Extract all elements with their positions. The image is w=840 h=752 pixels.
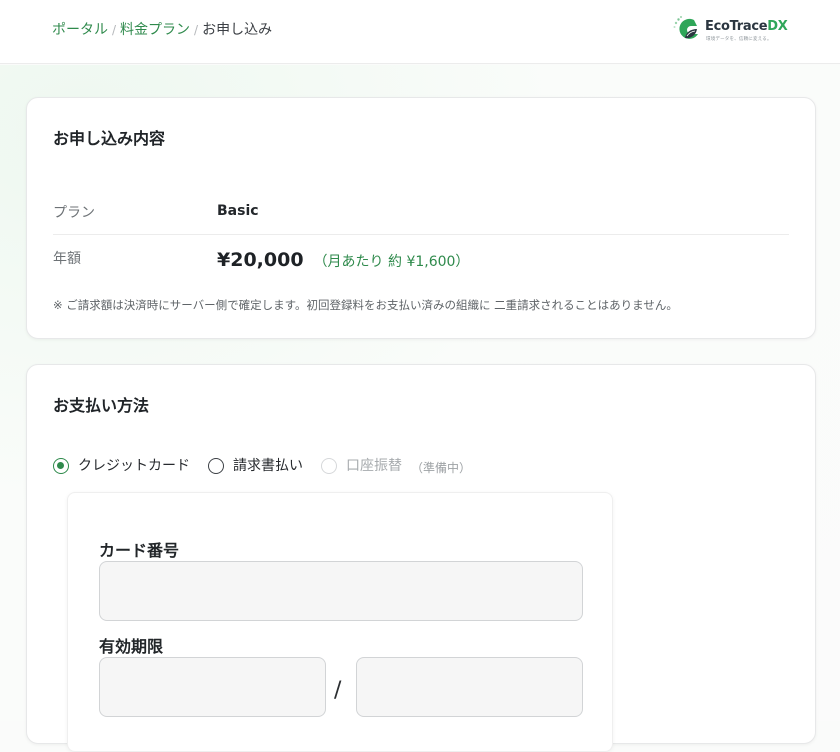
expiry-month-input[interactable] xyxy=(99,657,326,717)
expiry-separator: / xyxy=(334,678,342,703)
plan-value: Basic xyxy=(217,203,259,219)
radio-bank-transfer xyxy=(321,458,337,474)
radio-credit-card[interactable] xyxy=(53,458,69,474)
expiry-year-input[interactable] xyxy=(356,657,583,717)
method-label: クレジットカード xyxy=(78,458,190,474)
brand-logo[interactable]: EcoTraceDX 環境データを、信頼に変える。 xyxy=(672,14,788,46)
annual-price: ¥20,000 xyxy=(217,249,304,271)
billing-note: ※ ご請求額は決済時にサーバー側で確定します。初回登録料をお支払い済みの組織に … xyxy=(53,298,678,312)
plan-label: プラン xyxy=(53,205,95,221)
amount-value-group: ¥20,000 （月あたり 約 ¥1,600） xyxy=(217,249,469,271)
card-form-panel: カード番号 有効期限 / xyxy=(67,492,613,752)
radio-invoice[interactable] xyxy=(208,458,224,474)
summary-title: お申し込み内容 xyxy=(53,129,166,148)
amount-label: 年額 xyxy=(53,251,81,267)
brand-name: EcoTraceDX xyxy=(705,19,788,34)
payment-title: お支払い方法 xyxy=(53,396,150,415)
top-bar: ポータル / 料金プラン / お申し込み EcoTraceDX 環境データを、信頼に変え… xyxy=(0,0,840,64)
breadcrumb-separator: / xyxy=(194,23,199,37)
brand-tagline: 環境データを、信頼に変える。 xyxy=(706,37,772,42)
method-bank-transfer: 口座振替 （準備中） xyxy=(321,457,481,477)
method-label: 請求書払い xyxy=(233,458,303,474)
card-number-input[interactable] xyxy=(99,561,583,621)
card-number-label: カード番号 xyxy=(99,541,180,560)
row-divider xyxy=(53,234,789,235)
method-invoice[interactable]: 請求書払い xyxy=(208,457,313,477)
method-credit-card[interactable]: クレジットカード xyxy=(53,457,198,477)
breadcrumb-link-pricing[interactable]: 料金プラン xyxy=(120,22,190,38)
leaf-globe-icon xyxy=(673,16,698,39)
monthly-price: （月あたり 約 ¥1,600） xyxy=(313,254,470,270)
order-summary-card: お申し込み内容 プラン Basic 年額 ¥20,000 （月あたり 約 ¥1,6… xyxy=(26,97,816,339)
breadcrumb-link-portal[interactable]: ポータル xyxy=(52,22,108,38)
method-label: 口座振替 xyxy=(346,458,402,474)
breadcrumb: ポータル / 料金プラン / お申し込み xyxy=(52,20,272,40)
breadcrumb-separator: / xyxy=(112,23,117,37)
method-note: （準備中） xyxy=(411,461,472,475)
payment-method-card: お支払い方法 クレジットカード 請求書払い 口座振替 （準備中） カード番号 有… xyxy=(26,364,816,752)
expiry-label: 有効期限 xyxy=(99,637,164,656)
breadcrumb-current: お申し込み xyxy=(202,22,273,38)
